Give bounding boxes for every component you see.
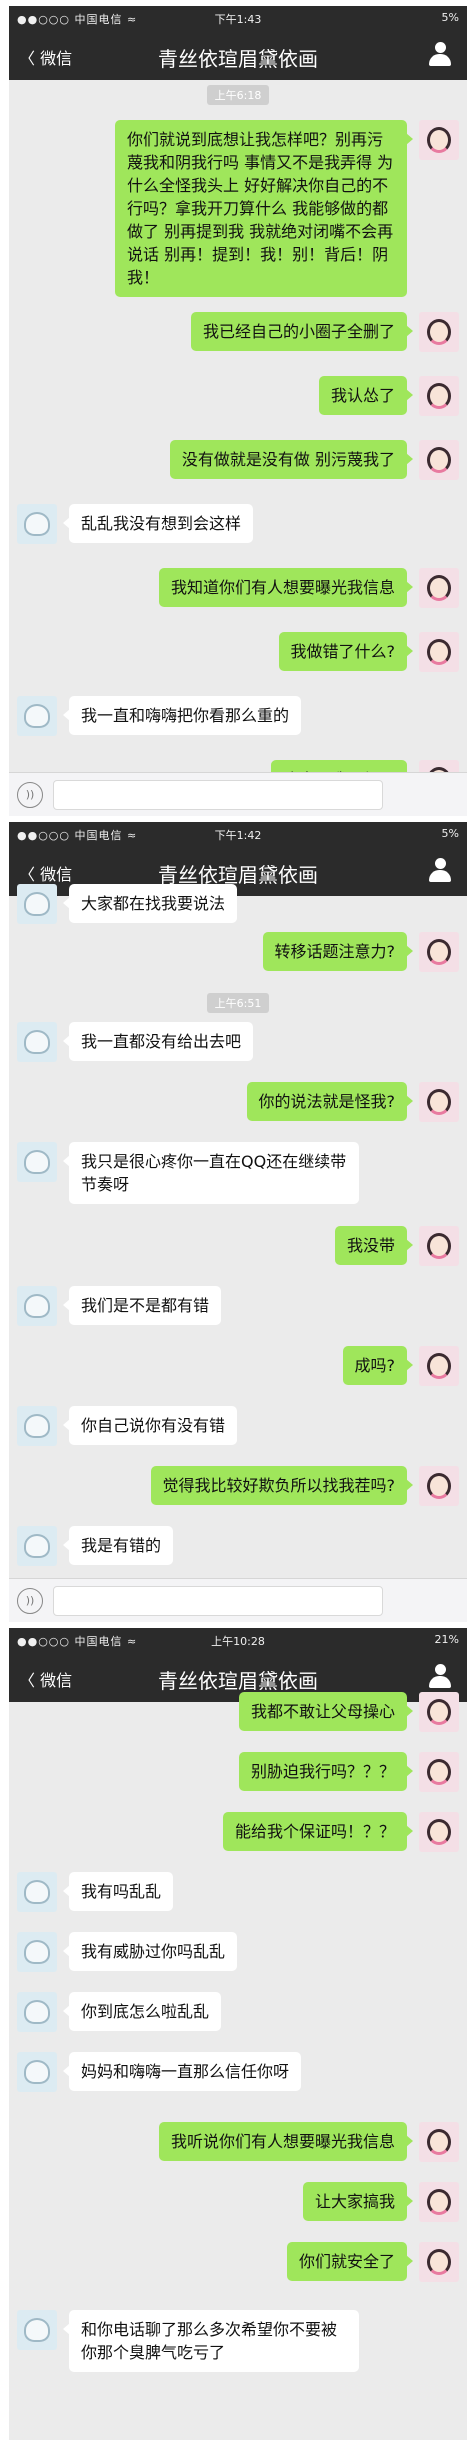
message-bubble[interactable]: 能给我个保证吗！？？ [222,1812,414,1851]
screenshot-2: ●●○○○ 中国电信 ≈ 下午1:42 5% 〈 微信 青丝依瑄眉黛依画 大家都… [9,822,467,1622]
avatar[interactable] [419,1082,459,1122]
avatar[interactable] [419,120,459,160]
message-bubble[interactable]: 转移话题注意力? [262,932,413,971]
chat-title: 青丝依瑄眉黛依画 [158,47,318,71]
avatar[interactable] [419,1226,459,1266]
message-bubble[interactable]: 觉得我比较好欺负所以找我茬吗? [150,1466,413,1505]
battery-level: 21% [434,1633,459,1646]
message-bubble[interactable]: 我一直都没有给出去吧 [62,1022,254,1061]
status-time: 上午10:28 [211,1635,265,1648]
status-bar: ●●○○○ 中国电信 ≈ 上午10:28 21% [9,1628,467,1652]
chat-title: 青丝依瑄眉黛依画 [158,1669,318,1693]
message-bubble[interactable]: 我听说你们有人想要曝光我信息 [158,2122,414,2161]
avatar[interactable] [17,2052,57,2092]
message-input[interactable] [53,1586,383,1616]
avatar[interactable] [17,1406,57,1446]
status-time: 下午1:42 [214,829,262,842]
message-bubble[interactable]: 妈妈和嗨嗨一直那么信任你呀 [62,2052,302,2091]
avatar[interactable] [17,696,57,736]
screenshot-3: ●●○○○ 中国电信 ≈ 上午10:28 21% 〈 微信 青丝依瑄眉黛依画 我… [9,1628,467,2440]
battery-level: 5% [441,827,459,840]
avatar[interactable] [419,568,459,608]
profile-icon[interactable] [429,858,451,882]
profile-icon[interactable] [429,42,451,66]
battery-level: 5% [441,11,459,24]
avatar[interactable] [17,1992,57,2032]
voice-icon[interactable]: )) [17,1588,43,1614]
avatar[interactable] [419,2242,459,2282]
message-bubble[interactable]: 我只是很心疼你一直在QQ还在继续带节奏呀 [63,1142,359,1204]
chat-header: 〈 微信 青丝依瑄眉黛依画 [9,30,467,80]
message-bubble[interactable]: 你自己说你有没有错 [62,1406,238,1445]
message-bubble[interactable]: 我们是不是都有错 [62,1286,222,1325]
avatar[interactable] [17,1932,57,1972]
avatar[interactable] [419,1346,459,1386]
profile-icon[interactable] [429,1664,451,1688]
status-time: 下午1:43 [214,13,262,26]
message-bubble[interactable]: 我都不敢让父母操心 [238,1692,414,1731]
status-bar: ●●○○○ 中国电信 ≈ 下午1:42 5% [9,822,467,846]
avatar[interactable] [419,632,459,672]
avatar[interactable] [419,1692,459,1732]
screenshot-1: ●●○○○ 中国电信 ≈ 下午1:43 5% 〈 微信 青丝依瑄眉黛依画 上午6… [9,6,467,816]
avatar[interactable] [419,932,459,972]
avatar[interactable] [419,376,459,416]
voice-icon[interactable]: )) [17,782,43,808]
avatar[interactable] [17,1286,57,1326]
message-bubble[interactable]: 大家都在找我要说法 [62,884,238,923]
message-bubble[interactable]: 你的说法就是怪我? [246,1082,413,1121]
avatar[interactable] [419,1752,459,1792]
message-bubble[interactable]: 我是有错的 [62,1526,174,1565]
avatar[interactable] [17,504,57,544]
timestamp: 上午6:51 [9,992,467,1013]
message-bubble[interactable]: 我知道你们有人想要曝光我信息 [158,568,414,607]
avatar[interactable] [419,2182,459,2222]
message-bubble[interactable]: 你到底怎么啦乱乱 [62,1992,222,2031]
timestamp: 上午6:18 [9,84,467,105]
message-bubble[interactable]: 没有做就是没有做 别污蔑我了 [169,440,414,479]
message-bubble[interactable]: 我已经自己的小圈子全删了 [190,312,414,351]
avatar[interactable] [419,2122,459,2162]
avatar[interactable] [17,1142,57,1182]
message-bubble[interactable]: 我有吗乱乱 [62,1872,174,1911]
message-bubble[interactable]: 成吗? [342,1346,413,1385]
input-bar: )) [9,772,467,816]
avatar[interactable] [17,1526,57,1566]
message-bubble[interactable]: 你们就说到底想让我怎样吧？别再污蔑我和阴我行吗 事情又不是我弄得 为什么全怪我头… [115,120,413,297]
avatar[interactable] [419,1812,459,1852]
message-input[interactable] [53,780,383,810]
message-bubble[interactable]: 我有威胁过你吗乱乱 [62,1932,238,1971]
status-bar: ●●○○○ 中国电信 ≈ 下午1:43 5% [9,6,467,30]
input-bar: )) [9,1578,467,1622]
avatar[interactable] [17,1022,57,1062]
avatar[interactable] [419,1466,459,1506]
avatar[interactable] [17,2310,57,2350]
avatar[interactable] [419,440,459,480]
message-bubble[interactable]: 我做错了什么? [278,632,413,671]
message-bubble[interactable]: 和你电话聊了那么多次希望你不要被你那个臭脾气吃亏了 [63,2310,359,2372]
avatar[interactable] [419,312,459,352]
avatar[interactable] [17,884,57,924]
message-bubble[interactable]: 你们就安全了 [286,2242,414,2281]
avatar[interactable] [17,1872,57,1912]
message-bubble[interactable]: 我认怂了 [318,376,414,415]
message-bubble[interactable]: 我一直和嗨嗨把你看那么重的 [62,696,302,735]
message-bubble[interactable]: 别胁迫我行吗？？？ [238,1752,414,1791]
message-bubble[interactable]: 我没带 [334,1226,414,1265]
message-bubble[interactable]: 让大家搞我 [302,2182,414,2221]
message-bubble[interactable]: 乱乱我没有想到会这样 [62,504,254,543]
